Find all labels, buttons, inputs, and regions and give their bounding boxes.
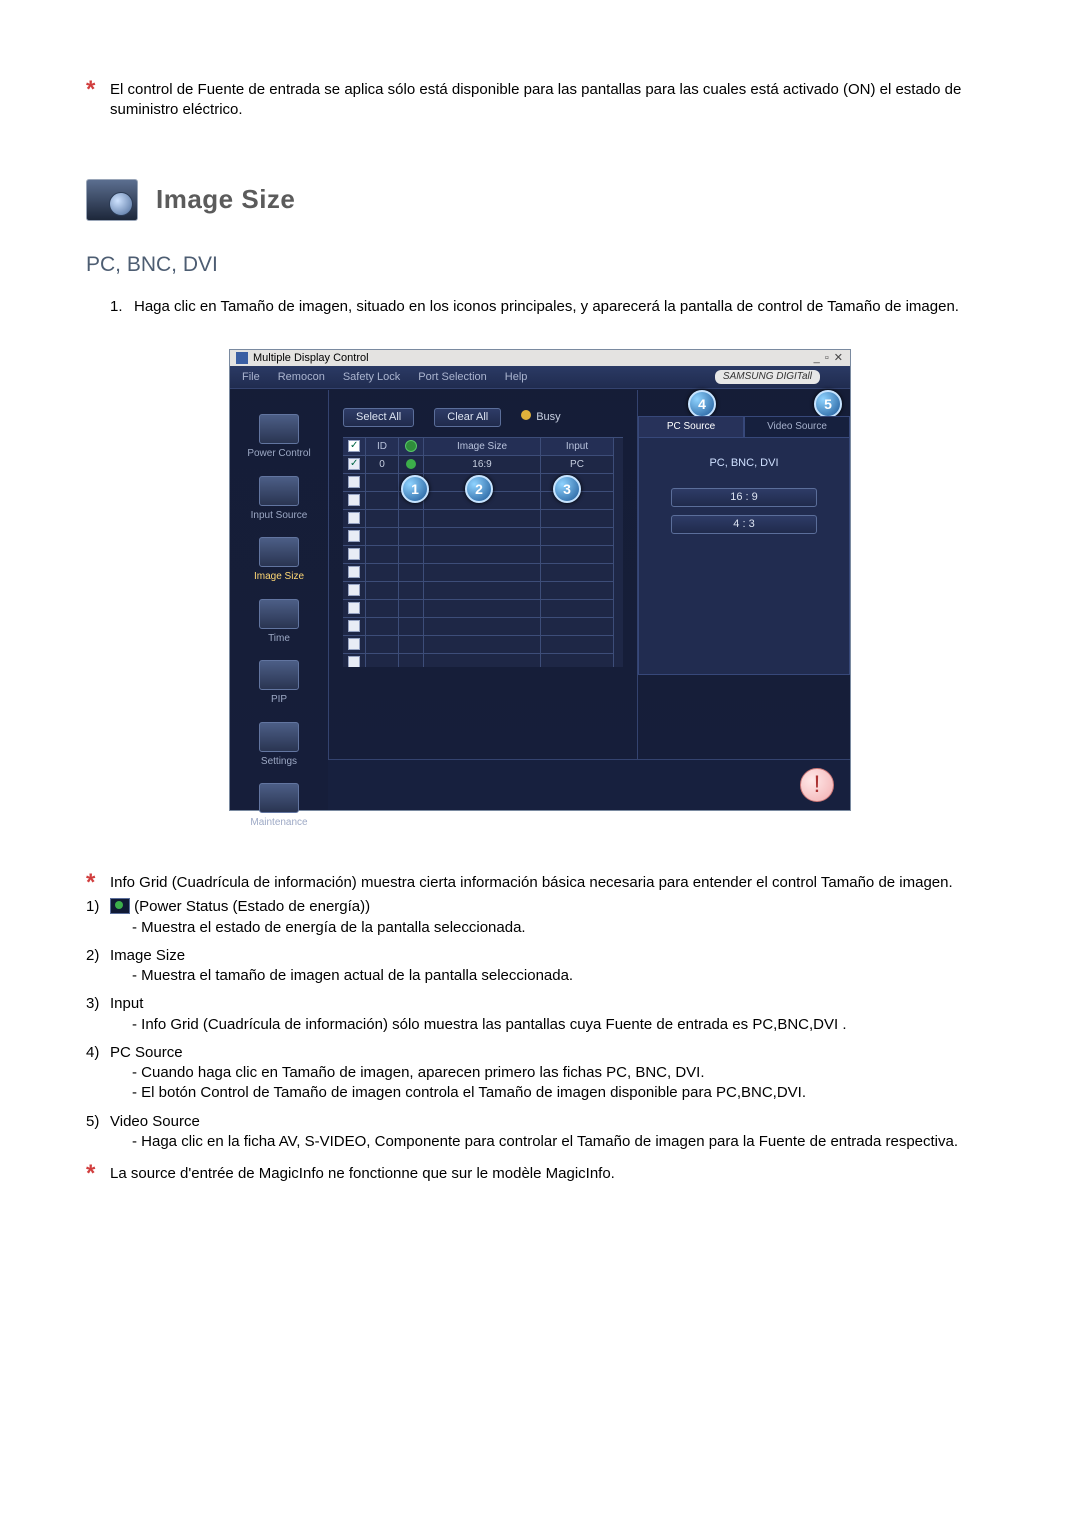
sidebar-item-image-size[interactable]: Image Size (230, 537, 328, 584)
header-id: ID (366, 438, 399, 456)
menu-file[interactable]: File (242, 370, 260, 385)
list-item: 5)Video Source - Haga clic en la ficha A… (86, 1112, 994, 1153)
list-item: 3)Input - Info Grid (Cuadrícula de infor… (86, 994, 994, 1035)
row-checkbox[interactable] (348, 530, 360, 542)
step-number: 1. (110, 297, 134, 317)
row-checkbox[interactable]: ✓ (348, 458, 360, 470)
input-icon (259, 476, 299, 506)
sidebar-item-maintenance[interactable]: Maintenance (230, 783, 328, 830)
window-title: Multiple Display Control (253, 351, 369, 366)
sidebar-item-input[interactable]: Input Source (230, 476, 328, 523)
row-checkbox[interactable] (348, 494, 360, 506)
section-title: Image Size (156, 182, 295, 217)
image-size-icon (259, 537, 299, 567)
table-row[interactable]: ✓ 0 16:9 PC (343, 456, 623, 474)
app-screenshot: Multiple Display Control _ ▫ ✕ File Remo… (229, 349, 851, 811)
header-checkbox[interactable]: ✓ (343, 438, 366, 456)
select-all-button[interactable]: Select All (343, 408, 414, 427)
list-item: 2)Image Size - Muestra el tamaño de imag… (86, 946, 994, 987)
sidebar: Power Control Input Source Image Size Ti… (230, 390, 329, 810)
ratio-16-9-button[interactable]: 16 : 9 (671, 488, 817, 507)
step-text: Haga clic en Tamaño de imagen, situado e… (134, 297, 994, 317)
row-checkbox[interactable] (348, 512, 360, 524)
bottom-note: La source d'entrée de MagicInfo ne fonct… (106, 1164, 994, 1184)
row-checkbox[interactable] (348, 620, 360, 632)
callout-4: 4 (688, 390, 716, 418)
callout-1: 1 (401, 475, 429, 503)
row-checkbox[interactable] (348, 548, 360, 560)
star-icon: * (86, 80, 106, 121)
callout-3: 3 (553, 475, 581, 503)
row-checkbox[interactable] (348, 638, 360, 650)
busy-indicator: Busy (521, 410, 560, 425)
menu-remocon[interactable]: Remocon (278, 370, 325, 385)
power-icon (259, 414, 299, 444)
row-checkbox[interactable] (348, 476, 360, 488)
monitor-image-icon (86, 179, 138, 221)
busy-dot-icon (521, 410, 531, 420)
menubar: File Remocon Safety Lock Port Selection … (230, 366, 850, 389)
menu-safety-lock[interactable]: Safety Lock (343, 370, 400, 385)
time-icon (259, 599, 299, 629)
sidebar-item-power[interactable]: Power Control (230, 414, 328, 461)
callout-2: 2 (465, 475, 493, 503)
app-icon (236, 352, 248, 364)
statusbar: ! (328, 759, 850, 810)
sidebar-item-settings[interactable]: Settings (230, 722, 328, 769)
row-input: PC (541, 456, 614, 474)
status-on-inline-icon (110, 898, 130, 914)
brand-logo: SAMSUNG DIGITall (715, 370, 820, 384)
row-checkbox[interactable] (348, 656, 360, 667)
top-note: El control de Fuente de entrada se aplic… (106, 80, 994, 121)
maintenance-icon (259, 783, 299, 813)
list-item: 1) (Power Status (Estado de energía)) - … (86, 897, 994, 938)
warning-icon: ! (800, 768, 834, 802)
status-on-icon (406, 459, 416, 469)
row-id: 0 (366, 456, 399, 474)
row-image: 16:9 (424, 456, 541, 474)
header-input: Input (541, 438, 614, 456)
row-checkbox[interactable] (348, 602, 360, 614)
ratio-4-3-button[interactable]: 4 : 3 (671, 515, 817, 534)
menu-help[interactable]: Help (505, 370, 528, 385)
menu-port[interactable]: Port Selection (418, 370, 486, 385)
sidebar-item-pip[interactable]: PIP (230, 660, 328, 707)
header-status (399, 438, 424, 456)
window-buttons[interactable]: _ ▫ ✕ (814, 351, 844, 366)
row-status (399, 456, 424, 474)
list-item: 4)PC Source - Cuando haga clic en Tamaño… (86, 1043, 994, 1104)
callout-5: 5 (814, 390, 842, 418)
settings-icon (259, 722, 299, 752)
info-grid: ✓ ID Image Size Input ✓ 0 16:9 PC (343, 437, 623, 667)
pip-icon (259, 660, 299, 690)
tab-video-source[interactable]: Video Source (744, 416, 850, 437)
row-checkbox[interactable] (348, 584, 360, 596)
row-checkbox[interactable] (348, 566, 360, 578)
right-group-label: PC, BNC, DVI (649, 456, 839, 471)
sidebar-item-time[interactable]: Time (230, 599, 328, 646)
titlebar: Multiple Display Control _ ▫ ✕ (230, 350, 850, 366)
subheading: PC, BNC, DVI (86, 251, 994, 279)
info-note: Info Grid (Cuadrícula de información) mu… (106, 873, 994, 893)
clear-all-button[interactable]: Clear All (434, 408, 501, 427)
star-icon: * (86, 873, 106, 893)
star-icon: * (86, 1164, 106, 1184)
header-image: Image Size (424, 438, 541, 456)
tab-pc-source[interactable]: PC Source (638, 416, 744, 437)
